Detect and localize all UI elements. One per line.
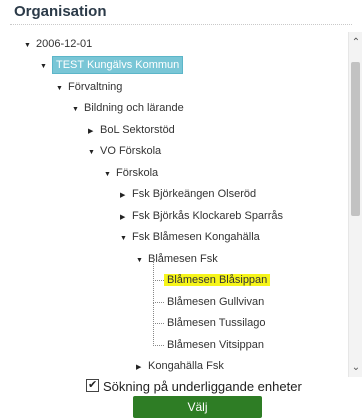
scroll-down-icon[interactable]: ⌄ (349, 361, 362, 375)
expand-toggle-icon[interactable]: ▼ (88, 143, 100, 163)
collapse-toggle-icon[interactable]: ▶ (88, 122, 100, 142)
tree-node-bjorkas[interactable]: ▶ Fsk Björkås Klockareb Sparrås (120, 206, 283, 226)
tree-node-forskola[interactable]: ▼ Förskola (104, 163, 158, 183)
tree-node-blamesen-fsk[interactable]: ▼ Blåmesen Fsk (136, 249, 218, 269)
tree-node-label[interactable]: Förskola (116, 167, 158, 179)
select-button[interactable]: Välj (133, 396, 262, 418)
collapse-toggle-icon[interactable]: ▶ (120, 208, 132, 228)
tree-leaf-label[interactable]: Blåmesen Tussilago (167, 317, 265, 329)
collapse-toggle-icon[interactable]: ▶ (136, 358, 148, 378)
expand-toggle-icon[interactable]: ▼ (24, 36, 36, 56)
tree-node-label[interactable]: Förvaltning (68, 81, 122, 93)
organisation-tree: ▼ 2006-12-01 ▼ TEST Kungälvs Kommun ▼ Förva… (0, 30, 348, 378)
tree-connector-line (153, 323, 164, 346)
tree-leaf-tussilago[interactable]: Blåmesen Tussilago (167, 313, 265, 333)
expand-toggle-icon[interactable]: ▼ (120, 229, 132, 249)
tree-node-kongahalla-fsk[interactable]: ▶ Kongahälla Fsk (136, 356, 224, 376)
tree-leaf-blasippan[interactable]: Blåmesen Blåsippan (164, 270, 271, 290)
tree-leaf-label[interactable]: Blåmesen Vitsippan (167, 339, 264, 351)
tree-node-label[interactable]: VO Förskola (100, 145, 161, 157)
tree-scrollbar[interactable]: ⌃ ⌄ (348, 32, 362, 377)
tree-node-bol[interactable]: ▶ BoL Sektorstöd (88, 120, 175, 140)
tree-leaf-gullvivan[interactable]: Blåmesen Gullvivan (167, 292, 264, 312)
scroll-up-icon[interactable]: ⌃ (349, 36, 362, 50)
tree-node-bjorkeangen[interactable]: ▶ Fsk Björkeängen Olseröd (120, 184, 256, 204)
search-subunits-checkbox[interactable]: ✔ (86, 379, 99, 392)
tree-node-label[interactable]: BoL Sektorstöd (100, 124, 175, 136)
tree-node-label-selected[interactable]: TEST Kungälvs Kommun (52, 56, 184, 74)
tree-node-label[interactable]: Fsk Björkeängen Olseröd (132, 188, 256, 200)
expand-toggle-icon[interactable]: ▼ (72, 100, 84, 120)
tree-leaf-label[interactable]: Blåmesen Gullvivan (167, 296, 264, 308)
search-subunits-option[interactable]: ✔ Sökning på underliggande enheter (86, 378, 302, 396)
tree-node-kommun[interactable]: ▼ TEST Kungälvs Kommun (40, 55, 184, 77)
tree-node-label[interactable]: Fsk Björkås Klockareb Sparrås (132, 210, 283, 222)
tree-node-label[interactable]: Kongahälla Fsk (148, 360, 224, 372)
expand-toggle-icon[interactable]: ▼ (104, 165, 116, 185)
tree-node-vo-forskola[interactable]: ▼ VO Förskola (88, 141, 161, 161)
expand-toggle-icon[interactable]: ▼ (56, 79, 68, 99)
expand-toggle-icon[interactable]: ▼ (136, 251, 148, 271)
check-icon: ✔ (88, 379, 98, 391)
collapse-toggle-icon[interactable]: ▶ (120, 186, 132, 206)
tree-node-label[interactable]: Fsk Blåmesen Kongahälla (132, 231, 260, 243)
panel-title: Organisation (14, 3, 107, 20)
tree-connector-line (153, 260, 164, 281)
title-divider (10, 24, 352, 25)
tree-node-label[interactable]: Bildning och lärande (84, 102, 184, 114)
tree-leaf-label-highlighted[interactable]: Blåmesen Blåsippan (164, 274, 271, 286)
tree-node-blamesen-kongahalla[interactable]: ▼ Fsk Blåmesen Kongahälla (120, 227, 260, 247)
tree-node-date[interactable]: ▼ 2006-12-01 (24, 34, 92, 54)
tree-connector-line (153, 302, 164, 324)
tree-leaf-vitsippan[interactable]: Blåmesen Vitsippan (167, 335, 264, 355)
scroll-thumb[interactable] (351, 62, 360, 216)
tree-connector-line (153, 280, 164, 303)
tree-node-label[interactable]: 2006-12-01 (36, 38, 92, 50)
search-subunits-label[interactable]: Sökning på underliggande enheter (103, 379, 302, 394)
tree-node-bildning[interactable]: ▼ Bildning och lärande (72, 98, 184, 118)
expand-toggle-icon[interactable]: ▼ (40, 57, 52, 77)
tree-node-forvaltning[interactable]: ▼ Förvaltning (56, 77, 122, 97)
